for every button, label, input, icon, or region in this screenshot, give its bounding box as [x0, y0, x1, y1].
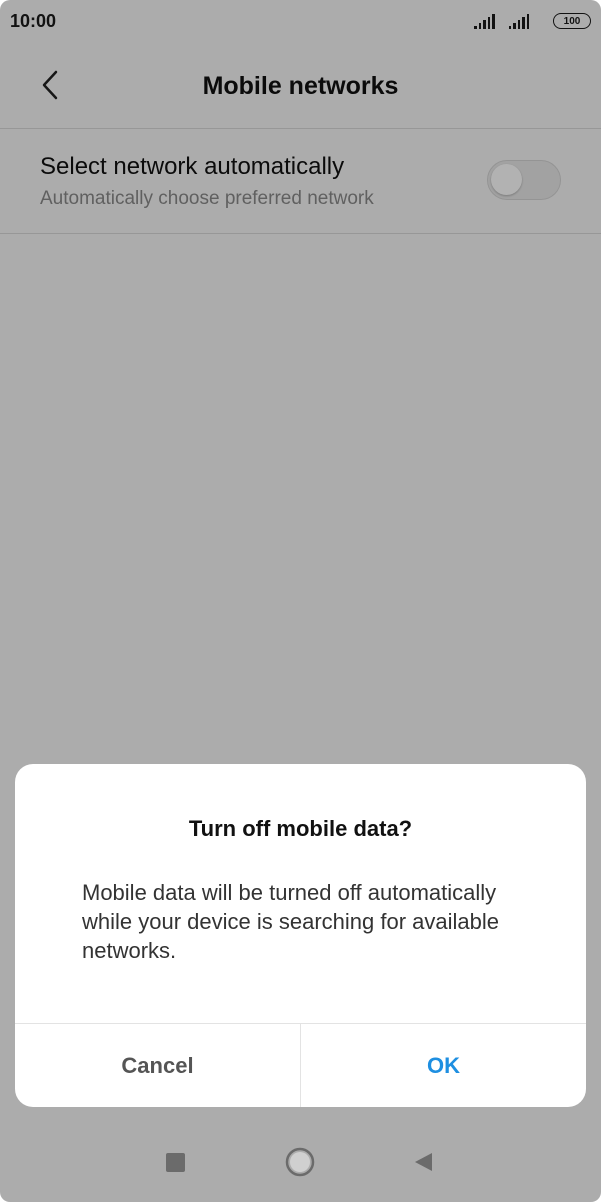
- ok-button[interactable]: OK: [301, 1024, 586, 1107]
- phone-screen: 10:00 100 Mobile networks Select network…: [0, 0, 601, 1202]
- square-recents-icon[interactable]: [166, 1153, 185, 1172]
- dialog-message: Mobile data will be turned off automatic…: [82, 880, 499, 963]
- triangle-back-icon[interactable]: [412, 1151, 434, 1173]
- navigation-bar: [0, 1122, 601, 1202]
- cancel-button[interactable]: Cancel: [15, 1024, 300, 1107]
- circle-home-icon[interactable]: [285, 1147, 315, 1177]
- dialog-title: Turn off mobile data?: [188, 816, 413, 841]
- confirm-dialog: Turn off mobile data? Mobile data will b…: [15, 764, 586, 1107]
